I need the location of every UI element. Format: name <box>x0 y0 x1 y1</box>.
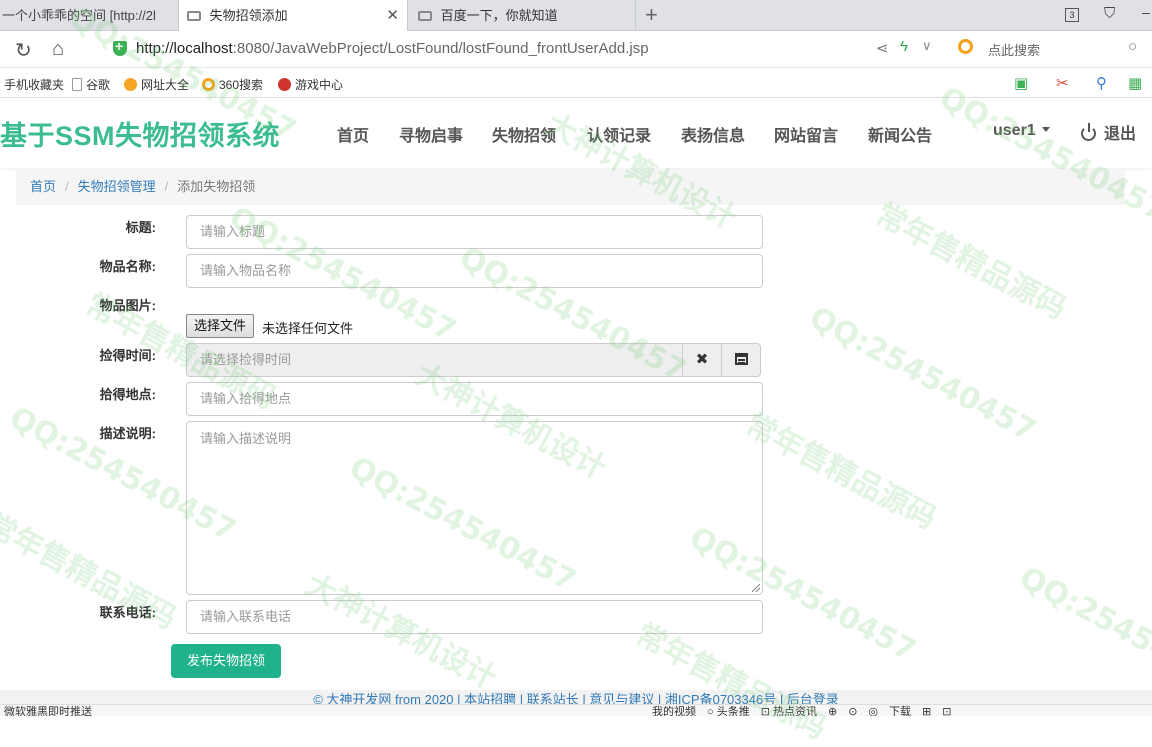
status-left: 微软雅黑即时推送 <box>4 706 92 716</box>
title-label: 标题: <box>125 220 156 235</box>
search-input[interactable]: 点此搜索 <box>988 40 1040 59</box>
magnifier-icon[interactable]: ⚲ <box>1096 74 1107 92</box>
phone-label: 联系电话: <box>99 605 156 620</box>
watermark-text: 常年售精品源码 <box>869 197 1072 327</box>
nav-claim-records[interactable]: 认领记录 <box>587 122 651 146</box>
nav-home[interactable]: 首页 <box>337 122 369 146</box>
publish-button[interactable]: 发布失物招领 <box>171 644 281 678</box>
site-navbar: 基于SSM失物招领系统 首页 寻物启事 失物招领 认领记录 表扬信息 网站留言 … <box>0 98 1152 168</box>
file-status-text: 未选择任何文件 <box>262 321 354 336</box>
description-label: 描述说明: <box>99 426 156 441</box>
bookmark-label: 网址大全 <box>141 78 190 92</box>
close-tab-icon[interactable]: ✕ <box>386 0 399 31</box>
shield-icon <box>113 38 127 56</box>
page-favicon-icon <box>187 11 201 21</box>
search-engine-icon[interactable] <box>958 39 973 54</box>
item-name-input[interactable]: 请输入物品名称 <box>186 254 763 288</box>
bookmark-hao[interactable]: 网址大全 <box>124 76 189 93</box>
gamepad-icon[interactable]: ▦ <box>1128 74 1142 92</box>
breadcrumb-separator: / <box>65 179 69 194</box>
phone-input[interactable]: 请输入联系电话 <box>186 600 763 634</box>
pickup-time-input[interactable]: 请选择捡得时间 <box>186 343 683 377</box>
browser-tab-3[interactable]: 百度一下，你就知道 <box>408 0 636 31</box>
search-icon[interactable]: ○ <box>1128 38 1137 55</box>
breadcrumb-current: 添加失物招领 <box>177 179 256 194</box>
title-input[interactable]: 请输入标题 <box>186 215 763 249</box>
clear-date-button[interactable]: ✖ <box>682 343 722 377</box>
bolt-icon[interactable]: ϟ <box>900 38 908 55</box>
status-right: 我的视频 ○ 头条推 ⊡ 热点资讯 ⊕ ⊙ ◎ 下载 ⊞ ⊡ <box>652 706 952 716</box>
site-brand[interactable]: 基于SSM失物招领系统 <box>0 114 280 153</box>
pickup-place-label: 拾得地点: <box>99 387 156 402</box>
choose-file-button[interactable]: 选择文件 <box>186 314 255 338</box>
caret-down-icon <box>1041 127 1050 132</box>
bookmark-label: 360搜索 <box>219 78 264 92</box>
address-bar: ↻ ⌂ http://localhost:8080/JavaWebProject… <box>0 31 1152 68</box>
nav-messages[interactable]: 网站留言 <box>774 122 838 146</box>
logout-label: 退出 <box>1104 126 1137 143</box>
browser-tab-bar: 一个小乖乖的空间 [http://2l 失物招领添加 ✕ 百度一下，你就知道 +… <box>0 0 1152 31</box>
pickup-time-label: 捡得时间: <box>99 348 156 363</box>
game-icon <box>278 78 291 91</box>
bookmark-google[interactable]: 谷歌 <box>72 76 110 93</box>
watermark-text: QQ:254540457 <box>1013 560 1152 709</box>
browser-tab-1[interactable]: 一个小乖乖的空间 [http://2l <box>0 0 176 31</box>
power-icon <box>1081 123 1096 141</box>
logout-button[interactable]: 退出 <box>1081 120 1136 144</box>
url-path: :8080/JavaWebProject/LostFound/lostFound… <box>232 40 649 57</box>
url-field[interactable]: http://localhost:8080/JavaWebProject/Los… <box>136 40 649 57</box>
breadcrumb-found-manage[interactable]: 失物招领管理 <box>78 179 156 194</box>
globe-icon <box>124 78 137 91</box>
minimize-icon[interactable]: – <box>1142 4 1150 20</box>
item-image-label: 物品图片: <box>99 298 156 313</box>
breadcrumb-home[interactable]: 首页 <box>30 179 56 194</box>
nav-news[interactable]: 新闻公告 <box>868 122 932 146</box>
watermark-text: 常年售精品源码 <box>739 407 942 537</box>
home-icon[interactable]: ⌂ <box>52 38 64 61</box>
bookmark-games[interactable]: 游戏中心 <box>278 76 343 93</box>
description-placeholder: 请输入描述说明 <box>200 431 292 446</box>
scissors-icon[interactable]: ✂ <box>1056 74 1069 92</box>
bookmarks-bar: 手机收藏夹 谷歌 网址大全 360搜索 游戏中心 ▣ ✂ ⚲ ▦ <box>0 68 1152 98</box>
bookmark-label: 谷歌 <box>86 78 111 92</box>
nav-praise[interactable]: 表扬信息 <box>681 122 745 146</box>
calendar-button[interactable] <box>721 343 761 377</box>
user-name: user1 <box>993 122 1036 139</box>
page-favicon-icon <box>418 11 432 21</box>
calendar-icon <box>734 353 748 365</box>
browser-status-bar: 微软雅黑即时推送 我的视频 ○ 头条推 ⊡ 热点资讯 ⊕ ⊙ ◎ 下载 ⊞ ⊡ <box>0 704 1152 716</box>
breadcrumb-separator: / <box>164 179 169 194</box>
description-textarea[interactable]: 请输入描述说明 <box>186 421 763 595</box>
tab-count-badge[interactable]: 3 <box>1065 8 1079 22</box>
chevron-down-icon[interactable]: ∨ <box>922 38 932 54</box>
reload-icon[interactable]: ↻ <box>15 38 32 63</box>
tab-2-label: 失物招领添加 <box>209 8 288 23</box>
bookmark-label: 游戏中心 <box>295 78 344 92</box>
watermark-text: QQ:254540457 <box>803 300 1042 449</box>
360-icon <box>202 78 215 91</box>
tab-3-label: 百度一下，你就知道 <box>440 8 558 23</box>
resize-grip-icon[interactable] <box>752 584 760 592</box>
nav-lost-notice[interactable]: 寻物启事 <box>399 122 463 146</box>
close-icon: ✖ <box>695 351 709 368</box>
bookmark-mobile[interactable]: 手机收藏夹 <box>4 76 64 93</box>
url-host: http://localhost <box>136 40 233 57</box>
browser-tab-2[interactable]: 失物招领添加 ✕ <box>178 0 408 31</box>
bookmark-label: 手机收藏夹 <box>4 78 65 92</box>
pickup-place-input[interactable]: 请输入拾得地点 <box>186 382 763 416</box>
item-name-label: 物品名称: <box>99 259 156 274</box>
tab-1-label: 一个小乖乖的空间 [http://2l <box>2 8 156 23</box>
translate-icon[interactable]: ▣ <box>1014 74 1028 92</box>
share-icon[interactable]: ⋖ <box>876 39 889 57</box>
pickup-time-group: 请选择捡得时间 ✖ <box>186 343 762 377</box>
user-menu[interactable]: user1 <box>993 122 1050 140</box>
plus-icon[interactable]: + <box>645 2 658 28</box>
bookmark-360[interactable]: 360搜索 <box>202 76 263 93</box>
nav-found-items[interactable]: 失物招领 <box>492 122 556 146</box>
page-icon <box>72 78 82 91</box>
shirt-icon[interactable]: ⛉ <box>1104 5 1115 22</box>
breadcrumb: 首页 / 失物招领管理 / 添加失物招领 <box>16 169 1125 205</box>
